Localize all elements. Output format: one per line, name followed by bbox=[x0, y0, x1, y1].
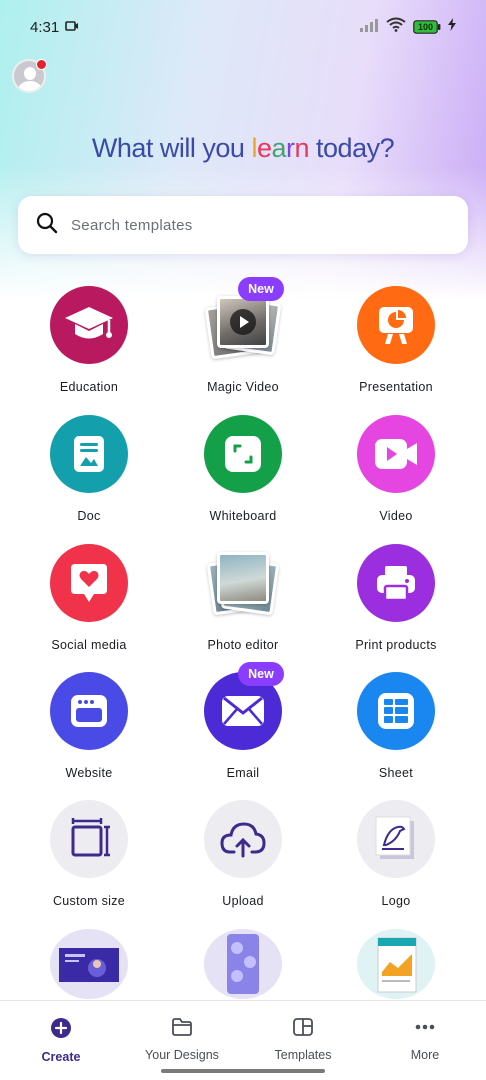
tile-custom-size[interactable]: Custom size bbox=[14, 800, 164, 920]
wifi-icon bbox=[386, 17, 406, 37]
tile-label: Upload bbox=[222, 894, 264, 908]
tile-sheet[interactable]: Sheet bbox=[321, 672, 471, 792]
sheet-icon bbox=[357, 672, 435, 750]
tile-presentation[interactable]: Presentation bbox=[321, 286, 471, 406]
tile-whiteboard[interactable]: Whiteboard bbox=[168, 415, 318, 535]
doc-icon bbox=[50, 415, 128, 493]
tile-partial-phone-template[interactable] bbox=[168, 929, 318, 999]
tile-label: Doc bbox=[77, 509, 101, 523]
nav-more-label: More bbox=[410, 1048, 440, 1062]
bottom-navigation: Create Your Designs Templates More bbox=[0, 1000, 486, 1080]
tile-label: Whiteboard bbox=[209, 509, 277, 523]
tile-label: Social media bbox=[51, 638, 127, 652]
presentation-icon bbox=[357, 286, 435, 364]
search-icon bbox=[36, 212, 58, 239]
tile-website[interactable]: Website bbox=[14, 672, 164, 792]
phone-template-thumbnail bbox=[204, 929, 282, 999]
more-dots-icon bbox=[414, 1017, 436, 1042]
photo-editor-icon bbox=[204, 544, 282, 622]
tile-label: Education bbox=[59, 380, 119, 394]
headline-accent-letter: r bbox=[286, 133, 295, 163]
tile-label: Email bbox=[226, 766, 260, 780]
video-icon bbox=[357, 415, 435, 493]
custom-size-icon bbox=[50, 800, 128, 878]
graduation-cap-icon bbox=[50, 286, 128, 364]
tile-education[interactable]: Education bbox=[14, 286, 164, 406]
nav-templates[interactable]: Templates bbox=[248, 1017, 358, 1062]
tile-social-media[interactable]: Social media bbox=[14, 544, 164, 664]
screen-record-icon bbox=[65, 19, 79, 36]
status-time-group: 4:31 bbox=[30, 19, 79, 36]
folder-icon bbox=[171, 1017, 193, 1042]
tile-label: Print products bbox=[355, 638, 437, 652]
headline-suffix: today? bbox=[309, 133, 395, 163]
tile-label: Logo bbox=[381, 894, 411, 908]
nav-your-designs-label: Your Designs bbox=[145, 1048, 219, 1062]
tile-partial-report-template[interactable] bbox=[321, 929, 471, 999]
report-template-thumbnail bbox=[357, 929, 435, 999]
new-badge: New bbox=[238, 277, 284, 301]
tile-label: Presentation bbox=[359, 380, 433, 394]
tile-video[interactable]: Video bbox=[321, 415, 471, 535]
new-badge: New bbox=[238, 662, 284, 686]
printer-icon bbox=[357, 544, 435, 622]
battery-level: 100 bbox=[417, 22, 434, 32]
tile-logo[interactable]: Logo bbox=[321, 800, 471, 920]
battery-icon: 100 bbox=[413, 20, 441, 34]
notification-dot bbox=[36, 59, 47, 70]
logo-icon bbox=[357, 800, 435, 878]
search-bar[interactable]: Search templates bbox=[18, 196, 468, 254]
status-time: 4:31 bbox=[30, 18, 60, 36]
charging-icon bbox=[448, 18, 456, 36]
nav-create-label: Create bbox=[41, 1050, 81, 1064]
photo-thumbnail-stack bbox=[206, 548, 280, 618]
home-indicator[interactable] bbox=[161, 1069, 325, 1073]
tile-label: Magic Video bbox=[207, 380, 279, 394]
tile-partial-desktop-template[interactable] bbox=[14, 929, 164, 999]
headline-accent-letter: a bbox=[271, 133, 286, 163]
headline-prefix: What will you bbox=[91, 133, 252, 163]
tile-upload[interactable]: Upload bbox=[168, 800, 318, 920]
tile-label: Custom size bbox=[52, 894, 126, 908]
signal-icon bbox=[359, 18, 379, 37]
social-heart-icon bbox=[50, 544, 128, 622]
templates-icon bbox=[292, 1017, 314, 1042]
desktop-template-thumbnail bbox=[50, 929, 128, 999]
tile-print-products[interactable]: Print products bbox=[321, 544, 471, 664]
nav-more[interactable]: More bbox=[370, 1017, 480, 1062]
status-bar: 4:31 100 bbox=[0, 0, 486, 54]
tile-label: Sheet bbox=[378, 766, 414, 780]
plus-circle-icon bbox=[50, 1017, 72, 1044]
headline: What will you learn today? bbox=[0, 133, 486, 164]
tile-label: Video bbox=[379, 509, 413, 523]
search-input[interactable]: Search templates bbox=[71, 217, 193, 234]
tile-magic-video[interactable]: Magic Video bbox=[168, 286, 318, 406]
tile-photo-editor[interactable]: Photo editor bbox=[168, 544, 318, 664]
nav-create[interactable]: Create bbox=[6, 1017, 116, 1064]
nav-templates-label: Templates bbox=[274, 1048, 332, 1062]
tile-email[interactable]: Email bbox=[168, 672, 318, 792]
upload-cloud-icon bbox=[204, 800, 282, 878]
tile-doc[interactable]: Doc bbox=[14, 415, 164, 535]
avatar-head-shape bbox=[24, 67, 36, 80]
status-icons: 100 bbox=[359, 17, 456, 37]
tile-label: Website bbox=[65, 766, 113, 780]
headline-accent-letter: n bbox=[294, 133, 310, 163]
website-icon bbox=[50, 672, 128, 750]
whiteboard-icon bbox=[204, 415, 282, 493]
nav-your-designs[interactable]: Your Designs bbox=[127, 1017, 237, 1062]
headline-accent-letter: e bbox=[256, 133, 272, 163]
tile-label: Photo editor bbox=[207, 638, 279, 652]
